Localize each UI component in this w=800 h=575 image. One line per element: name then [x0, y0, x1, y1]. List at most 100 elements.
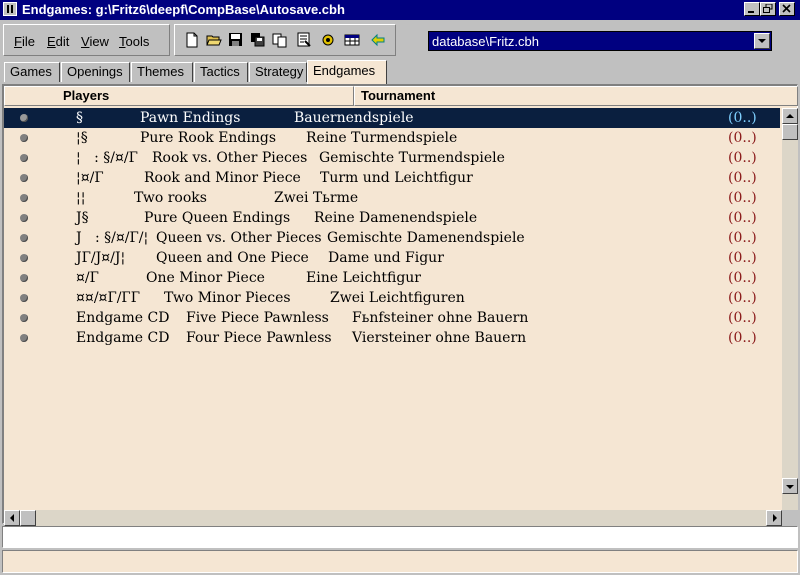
row-bullet-icon	[20, 294, 28, 302]
row-german-name: Reine Damenendspiele	[314, 210, 478, 226]
players-column-header[interactable]: Players	[4, 86, 354, 106]
row-material-code: §	[76, 110, 83, 126]
list-item[interactable]: J§ Pure Queen Endings Reine Damenendspiele…	[4, 208, 780, 228]
row-german-name: Eine Leichtfigur	[306, 270, 422, 286]
row-material-code: Endgame CD	[76, 330, 170, 346]
list-item[interactable]: JГ/J¤/J¦ Queen and One Piece Dame und Figu…	[4, 248, 780, 268]
tab-tactics[interactable]: Tactics	[194, 62, 248, 82]
tournament-column-header[interactable]: Tournament	[354, 86, 798, 106]
menu-tools[interactable]: Tools	[119, 34, 149, 49]
back-button[interactable]	[369, 31, 387, 49]
row-english-name: Five Piece Pawnless	[186, 310, 329, 326]
scroll-corner	[782, 510, 798, 526]
copy-button[interactable]	[271, 31, 289, 49]
scroll-left-button[interactable]	[4, 510, 20, 526]
row-bullet-icon	[20, 274, 28, 282]
minimize-button[interactable]	[744, 2, 760, 16]
list-item[interactable]: Endgame CD Five Piece Pawnless Fьnfsteiner…	[4, 308, 780, 328]
menu-view[interactable]: View	[81, 34, 109, 49]
copy-icon	[272, 33, 287, 48]
list-item[interactable]: Endgame CD Four Piece Pawnless Viersteiner…	[4, 328, 780, 348]
list-item[interactable]: ¦¦ Two rooks Zwei Tьrme (0..)	[4, 188, 780, 208]
row-english-name: Rook and Minor Piece	[144, 170, 301, 186]
list-rows: § Pawn Endings Bauernendspiele (0..) ¦§ Pure …	[4, 108, 780, 510]
table-button[interactable]	[343, 31, 361, 49]
scroll-down-button[interactable]	[782, 478, 798, 494]
search-button[interactable]	[319, 31, 337, 49]
row-german-name: Zwei Leichtfiguren	[330, 290, 465, 306]
row-bullet-icon	[20, 114, 28, 122]
row-german-name: Turm und Leichtfigur	[320, 170, 473, 186]
filter-button[interactable]	[295, 31, 313, 49]
row-game-count: (0..)	[728, 330, 757, 346]
row-german-name: Zwei Tьrme	[274, 190, 359, 206]
row-bullet-icon	[20, 194, 28, 202]
toolbar-area: File Edit View Tools database\Fritz.cbh	[0, 20, 800, 60]
vertical-scroll-thumb[interactable]	[782, 124, 798, 140]
restore-button[interactable]	[760, 2, 776, 16]
copy-database-button[interactable]	[249, 31, 267, 49]
info-panel	[2, 526, 798, 548]
row-material-code: ¦ : §/¤/Г	[76, 150, 138, 166]
status-bar	[2, 550, 798, 573]
row-bullet-icon	[20, 154, 28, 162]
row-material-code: J§	[76, 210, 89, 226]
row-german-name: Gemischte Damenendspiele	[327, 230, 525, 246]
save-icon	[229, 33, 242, 46]
close-button[interactable]	[779, 2, 795, 16]
list-item[interactable]: § Pawn Endings Bauernendspiele (0..)	[4, 108, 780, 128]
open-button[interactable]	[205, 31, 223, 49]
list-header: Players Tournament	[4, 86, 798, 106]
tab-endgames[interactable]: Endgames	[307, 60, 387, 84]
menu-bar: File Edit View Tools	[3, 24, 170, 56]
row-game-count: (0..)	[728, 130, 757, 146]
row-english-name: Two Minor Pieces	[164, 290, 291, 306]
database-select[interactable]: database\Fritz.cbh	[428, 31, 772, 51]
tab-openings[interactable]: Openings	[61, 62, 130, 82]
row-bullet-icon	[20, 314, 28, 322]
row-german-name: Dame und Figur	[328, 250, 444, 266]
chevron-down-icon[interactable]	[754, 33, 770, 49]
tab-strategy[interactable]: Strategy	[249, 62, 307, 82]
row-material-code: ¤/Г	[76, 270, 99, 286]
title-bar: Endgames: g:\Fritz6\deepf\CompBase\Autos…	[0, 0, 800, 20]
list-item[interactable]: ¤/Г One Minor Piece Eine Leichtfigur (0..)	[4, 268, 780, 288]
menu-edit[interactable]: Edit	[47, 34, 69, 49]
endgames-list: Players Tournament § Pawn Endings Bauernen…	[2, 84, 798, 526]
open-folder-icon	[206, 35, 222, 46]
list-item[interactable]: J : §/¤/Г/¦ Queen vs. Other Pieces Gemisch…	[4, 228, 780, 248]
tab-themes[interactable]: Themes	[131, 62, 193, 82]
app-icon[interactable]	[3, 2, 17, 16]
row-game-count: (0..)	[728, 270, 757, 286]
scroll-right-button[interactable]	[766, 510, 782, 526]
tab-games[interactable]: Games	[4, 62, 60, 82]
new-button[interactable]	[183, 31, 201, 49]
row-bullet-icon	[20, 134, 28, 142]
row-game-count: (0..)	[728, 230, 757, 246]
list-item[interactable]: ¤¤/¤Г/ГГ Two Minor Pieces Zwei Leichtfigur…	[4, 288, 780, 308]
row-game-count: (0..)	[728, 310, 757, 326]
row-material-code: JГ/J¤/J¦	[76, 250, 126, 266]
window-title: Endgames: g:\Fritz6\deepf\CompBase\Autos…	[22, 2, 345, 17]
row-english-name: Queen and One Piece	[156, 250, 309, 266]
row-material-code: ¦¦	[76, 190, 86, 206]
row-game-count: (0..)	[728, 170, 757, 186]
row-german-name: Bauernendspiele	[294, 110, 414, 126]
row-english-name: One Minor Piece	[146, 270, 265, 286]
row-german-name: Reine Turmendspiele	[306, 130, 458, 146]
new-icon	[186, 32, 198, 48]
list-item[interactable]: ¦ : §/¤/Г Rook vs. Other Pieces Gemischte …	[4, 148, 780, 168]
list-item[interactable]: ¦§ Pure Rook Endings Reine Turmendspiele (0…	[4, 128, 780, 148]
horizontal-scrollbar[interactable]	[4, 510, 782, 526]
row-german-name: Fьnfsteiner ohne Bauern	[352, 310, 529, 326]
search-icon	[322, 34, 334, 46]
scroll-up-button[interactable]	[782, 108, 798, 124]
table-icon	[344, 34, 360, 46]
save-button[interactable]	[227, 31, 245, 49]
row-english-name: Pure Queen Endings	[144, 210, 291, 226]
list-item[interactable]: ¦¤/Г Rook and Minor Piece Turm und Leichtf…	[4, 168, 780, 188]
menu-file[interactable]: File	[14, 34, 35, 49]
row-german-name: Gemischte Turmendspiele	[319, 150, 505, 166]
horizontal-scroll-thumb[interactable]	[20, 510, 36, 526]
vertical-scrollbar[interactable]	[782, 108, 798, 510]
